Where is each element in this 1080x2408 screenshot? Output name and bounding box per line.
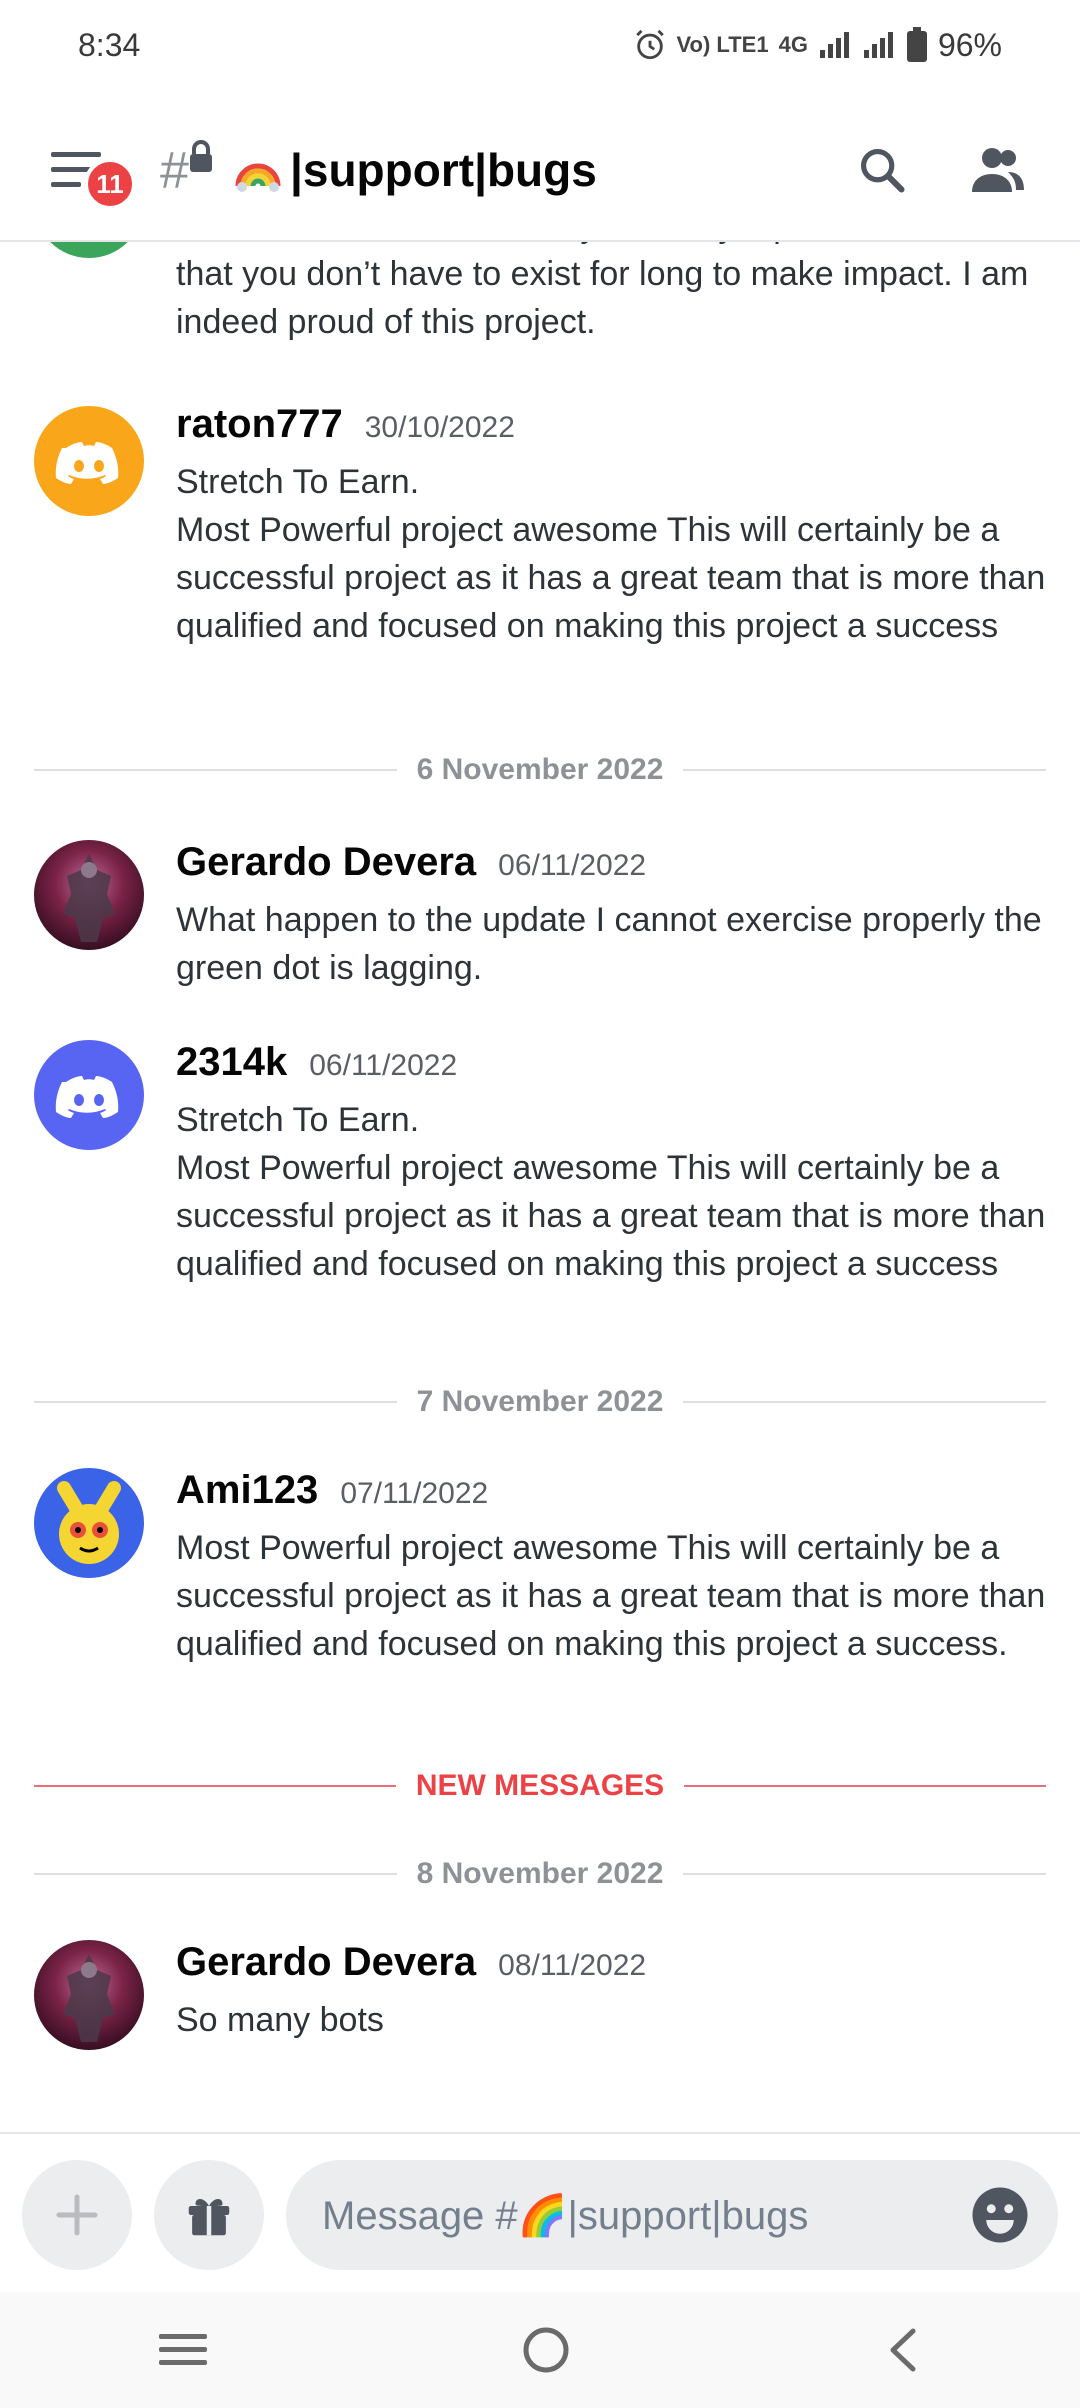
emoji-icon[interactable] — [970, 2185, 1030, 2245]
message-input[interactable]: Message #🌈|support|bugs — [286, 2160, 1058, 2270]
alarm-icon — [635, 29, 664, 60]
message-composer: Message #🌈|support|bugs — [0, 2132, 1080, 2294]
message-timestamp: 30/10/2022 — [364, 411, 515, 444]
svg-text:#: # — [160, 142, 189, 200]
unread-badge: 11 — [84, 158, 136, 210]
username[interactable]: Gerardo Devera — [176, 1940, 476, 1985]
armored-figure-avatar-image — [63, 1954, 115, 2042]
date-divider: 7 November 2022 — [34, 1382, 1046, 1422]
discord-default-avatar[interactable] — [34, 406, 144, 516]
discord-default-avatar[interactable] — [34, 1040, 144, 1150]
message-timestamp: 06/11/2022 — [309, 1049, 458, 1082]
status-bar: 8:34 Vo) LTE1 4G 96% — [0, 0, 1080, 90]
status-icons: Vo) LTE1 4G 96% — [633, 27, 1002, 64]
date-label: 7 November 2022 — [416, 1385, 664, 1418]
message-input-placeholder: Message #🌈|support|bugs — [322, 2193, 809, 2238]
date-label: 8 November 2022 — [416, 1857, 664, 1890]
gift-button[interactable] — [154, 2160, 264, 2270]
user-avatar[interactable] — [34, 242, 144, 258]
gift-icon — [188, 2198, 230, 2236]
plus-icon — [56, 2194, 98, 2236]
username[interactable]: raton777 — [176, 402, 343, 447]
user-avatar[interactable] — [34, 1940, 144, 2050]
home-icon[interactable] — [521, 2325, 571, 2375]
message-timestamp: 06/11/2022 — [498, 849, 647, 882]
new-messages-label: NEW MESSAGES — [415, 1769, 665, 1802]
message-text-line: Most Powerful project awesome This will … — [176, 511, 1046, 645]
search-icon[interactable] — [856, 144, 908, 196]
username[interactable]: Gerardo Devera — [176, 840, 476, 885]
members-icon[interactable] — [968, 144, 1028, 196]
date-divider: 6 November 2022 — [34, 750, 1046, 790]
user-avatar[interactable] — [34, 1468, 144, 1578]
message-text: Most Powerful project awesome This will … — [176, 1529, 1046, 1663]
channel-title: |support|bugs — [234, 143, 597, 197]
battery-icon — [906, 27, 927, 62]
signal-icon — [819, 32, 849, 58]
cartoon-bunny-avatar-image — [57, 1481, 121, 1564]
attach-button[interactable] — [22, 2160, 132, 2270]
message-feed[interactable]: This feature is extraordinary and only a… — [0, 242, 1080, 2132]
locked-channel-icon: # — [160, 140, 216, 200]
user-avatar[interactable] — [34, 840, 144, 950]
message-text: What happen to the update I cannot exerc… — [176, 901, 1042, 987]
message-timestamp: 08/11/2022 — [498, 1949, 647, 1982]
date-label: 6 November 2022 — [416, 753, 664, 786]
battery-level: 96% — [937, 26, 1002, 63]
message-text-line: Stretch To Earn. — [176, 1101, 420, 1139]
channel-name: |support|bugs — [290, 144, 597, 196]
signal-icon-2 — [863, 32, 893, 58]
status-time: 8:34 — [78, 26, 141, 63]
username[interactable]: Ami123 — [176, 1468, 318, 1513]
discord-logo-icon — [55, 1076, 119, 1118]
armored-figure-avatar-image — [63, 854, 115, 942]
system-navigation-bar — [0, 2292, 1080, 2408]
message-text-line: Most Powerful project awesome This will … — [176, 1149, 1046, 1283]
recent-apps-icon[interactable] — [155, 2328, 211, 2372]
network-type: 4G — [778, 32, 808, 57]
menu-button[interactable]: 11 — [38, 130, 136, 210]
message-text: So many bots — [176, 2001, 384, 2039]
rainbow-icon — [235, 163, 281, 192]
back-icon[interactable] — [881, 2325, 925, 2375]
volte-label: Vo) LTE1 — [676, 32, 769, 57]
message-timestamp: 07/11/2022 — [340, 1477, 489, 1510]
username[interactable]: 2314k — [176, 1040, 287, 1085]
message-text-line: Stretch To Earn. — [176, 463, 420, 501]
message-text: This feature is extraordinary and only a… — [176, 242, 1036, 341]
discord-logo-icon — [55, 442, 119, 484]
date-divider: 8 November 2022 — [34, 1854, 1046, 1894]
channel-header: 11 # |support|bugs — [0, 100, 1080, 242]
new-messages-divider: NEW MESSAGES — [34, 1766, 1046, 1806]
